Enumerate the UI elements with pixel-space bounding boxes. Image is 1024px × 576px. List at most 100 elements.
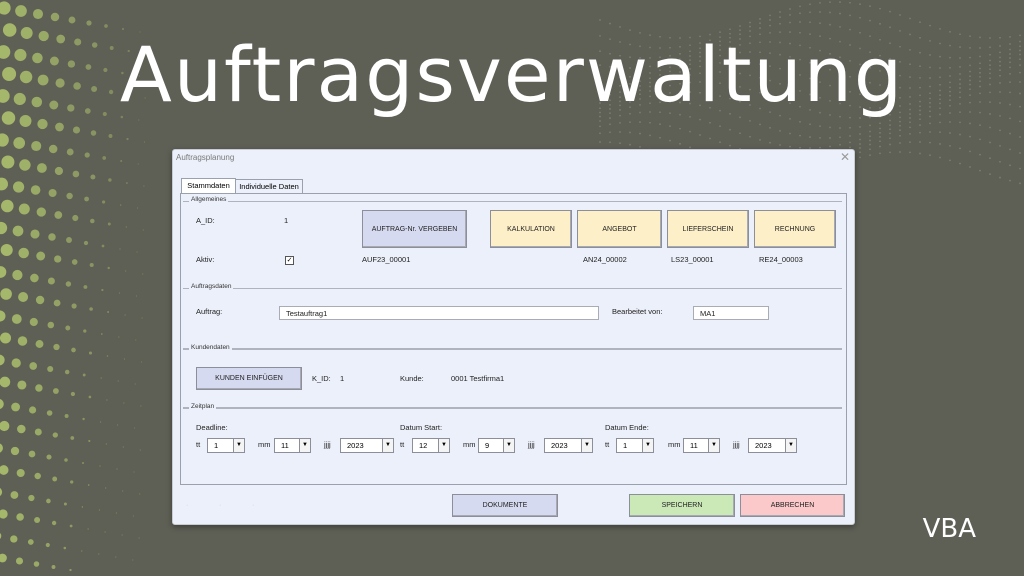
- start-year-select[interactable]: 2023 ▼: [544, 438, 593, 453]
- background-dot: [71, 347, 76, 353]
- background-dot: [839, 1, 841, 3]
- chevron-down-icon[interactable]: ▼: [785, 439, 796, 452]
- chevron-down-icon[interactable]: ▼: [708, 439, 719, 452]
- deadline-month-select[interactable]: 11 ▼: [274, 438, 311, 453]
- background-dot: [11, 402, 20, 412]
- chevron-down-icon[interactable]: ▼: [503, 439, 514, 452]
- background-dot: [639, 132, 641, 135]
- background-dot: [119, 248, 121, 250]
- background-dot: [799, 12, 801, 15]
- chevron-down-icon[interactable]: ▼: [382, 439, 393, 452]
- kunden-einfuegen-button[interactable]: KUNDEN EINFÜGEN: [196, 367, 302, 390]
- dialog-titlebar[interactable]: Auftragsplanung ✕: [173, 150, 854, 168]
- background-dot: [859, 126, 861, 128]
- background-dot: [101, 288, 104, 292]
- background-dot: [46, 498, 51, 504]
- kalkulation-button[interactable]: KALKULATION: [490, 210, 572, 248]
- deadline-jjjj-label: jjjj: [324, 440, 331, 449]
- background-dot: [619, 26, 621, 28]
- tab-stammdaten[interactable]: Stammdaten: [181, 178, 236, 193]
- close-icon[interactable]: ✕: [840, 150, 850, 164]
- chevron-down-icon[interactable]: ▼: [438, 439, 449, 452]
- background-dot: [779, 22, 781, 25]
- dokumente-button[interactable]: DOKUMENTE: [452, 494, 558, 517]
- background-dot: [899, 14, 901, 16]
- tab-individuelle-daten[interactable]: Individuelle Daten: [235, 179, 303, 193]
- ende-month-select[interactable]: 11 ▼: [683, 438, 720, 453]
- background-dot: [83, 285, 88, 289]
- group-auftragsdaten: Auftragsdaten Auftrag: Testauftrag1 Bear…: [183, 283, 842, 349]
- background-dot: [1009, 179, 1011, 182]
- background-dot: [919, 124, 921, 126]
- background-dot: [82, 373, 86, 377]
- angebot-button[interactable]: ANGEBOT: [577, 210, 662, 248]
- background-dot: [859, 156, 861, 159]
- background-dot: [132, 559, 134, 561]
- auftrag-input[interactable]: Testauftrag1: [279, 306, 599, 320]
- background-dot: [18, 203, 30, 215]
- deadline-day-select[interactable]: 1 ▼: [207, 438, 245, 453]
- background-dot: [899, 142, 901, 144]
- background-dot: [135, 339, 137, 341]
- background-dot: [849, 135, 851, 137]
- background-dot: [107, 266, 110, 270]
- rechnung-button[interactable]: RECHNUNG: [754, 210, 836, 248]
- background-dot: [63, 546, 67, 550]
- background-dot: [759, 27, 761, 29]
- background-dot: [919, 131, 921, 134]
- background-dot: [87, 484, 90, 486]
- background-dot: [1009, 132, 1011, 135]
- bearbeitet-von-input[interactable]: MA1: [693, 306, 769, 320]
- background-dot: [86, 20, 92, 26]
- background-dot: [89, 307, 93, 311]
- chevron-down-icon[interactable]: ▼: [581, 439, 592, 452]
- deadline-year-select[interactable]: 2023 ▼: [340, 438, 394, 453]
- background-dot: [599, 141, 601, 143]
- background-dot: [839, 136, 841, 139]
- background-dot: [989, 173, 991, 176]
- background-dot: [30, 229, 40, 239]
- background-dot: [769, 24, 771, 27]
- background-dot: [619, 142, 621, 145]
- background-dot: [136, 251, 138, 253]
- background-dot: [829, 145, 831, 148]
- background-dot: [649, 134, 651, 137]
- background-dot: [34, 428, 42, 436]
- background-dot: [599, 120, 601, 122]
- background-dot: [88, 395, 92, 399]
- start-month-select[interactable]: 9 ▼: [478, 438, 515, 453]
- background-dot: [106, 355, 109, 357]
- background-dot: [1019, 167, 1021, 170]
- chevron-down-icon[interactable]: ▼: [299, 439, 310, 452]
- background-dot: [32, 8, 44, 20]
- background-dot: [100, 421, 102, 423]
- chevron-down-icon[interactable]: ▼: [642, 439, 653, 452]
- chevron-down-icon[interactable]: ▼: [233, 439, 244, 452]
- abbrechen-button[interactable]: ABBRECHEN: [740, 494, 845, 517]
- background-dot: [98, 509, 100, 511]
- auftragsplanung-dialog: Auftragsplanung ✕ Stammdaten Individuell…: [172, 149, 855, 525]
- background-dot: [69, 568, 72, 572]
- background-dot: [889, 143, 891, 146]
- ende-year-select[interactable]: 2023 ▼: [748, 438, 797, 453]
- background-dot: [609, 22, 611, 25]
- ende-day-select[interactable]: 1 ▼: [616, 438, 654, 453]
- background-dot: [949, 121, 951, 123]
- speichern-button[interactable]: SPEICHERN: [629, 494, 735, 517]
- background-dot: [909, 141, 911, 144]
- background-dot: [979, 153, 981, 156]
- background-dot: [117, 380, 119, 382]
- start-day-select[interactable]: 12 ▼: [412, 438, 450, 453]
- background-dot: [869, 19, 871, 22]
- background-dot: [141, 317, 143, 319]
- background-dot: [819, 1, 821, 4]
- background-dot: [82, 462, 84, 464]
- lieferschein-button[interactable]: LIEFERSCHEIN: [667, 210, 749, 248]
- kunde-label: Kunde:: [400, 374, 424, 383]
- start-day-value: 12: [419, 441, 428, 450]
- background-dot: [629, 143, 631, 146]
- background-dot: [769, 126, 771, 129]
- aktiv-checkbox[interactable]: ✓: [285, 256, 294, 265]
- background-dot: [12, 225, 24, 237]
- auftrag-nr-vergeben-button[interactable]: AUFTRAG-Nr. VERGEBEN: [362, 210, 467, 248]
